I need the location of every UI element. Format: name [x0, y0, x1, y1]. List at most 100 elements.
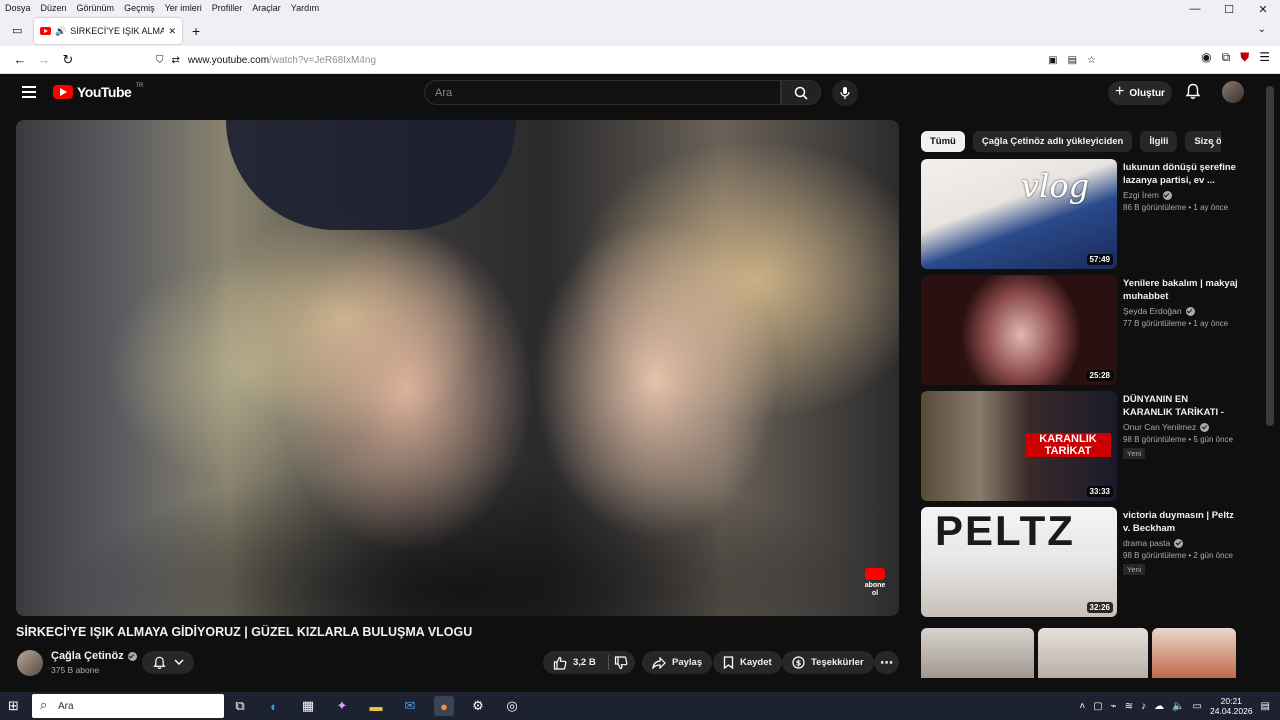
account-avatar[interactable]	[1222, 81, 1244, 103]
menu-history[interactable]: Geçmiş	[119, 3, 160, 13]
menu-help[interactable]: Yardım	[286, 3, 324, 13]
new-tab-icon[interactable]: +	[192, 23, 200, 39]
menu-profiles[interactable]: Profiller	[207, 3, 248, 13]
recommendation-title[interactable]: Yenilere bakalım | makyaj muhabbet	[1123, 277, 1239, 303]
file-explorer-icon[interactable]: ▬	[366, 696, 386, 716]
network-icon[interactable]: ⌁	[1111, 701, 1117, 712]
recommendation-channel[interactable]: Şeyda Erdoğan	[1123, 306, 1195, 316]
volume-icon[interactable]: 🔈	[1172, 701, 1184, 712]
menu-edit[interactable]: Düzen	[36, 3, 72, 13]
permissions-icon[interactable]: ⇄	[172, 55, 180, 66]
share-button[interactable]: Paylaş	[642, 651, 713, 674]
search-input[interactable]: Ara	[424, 80, 781, 105]
forward-icon[interactable]: →	[32, 52, 56, 67]
video-thumbnail[interactable]: 25:28	[921, 275, 1117, 385]
recommendation-channel[interactable]: Ezgi İrem	[1123, 190, 1172, 200]
save-button[interactable]: Kaydet	[713, 651, 782, 674]
video-title: SİRKECİ'YE IŞIK ALMAYA GİDİYORUZ | GÜZEL…	[16, 625, 473, 639]
thanks-button[interactable]: $ Teşekkürler	[782, 651, 874, 674]
subscription-notification-button[interactable]	[142, 651, 194, 674]
recommendation-title[interactable]: lukunun dönüşü şerefine lazanya partisi,…	[1123, 161, 1239, 187]
taskbar-apps: ⧉ ◐ ▦ ✦ ▬ ✉ ● ⚙ ◎	[230, 696, 522, 716]
recommendation-channel[interactable]: drama pasta	[1123, 538, 1184, 548]
settings-gear-icon[interactable]: ⚙	[468, 696, 488, 716]
channel-avatar[interactable]	[17, 650, 43, 676]
firefox-icon[interactable]: ●	[434, 696, 454, 716]
speaker-icon[interactable]: 🔊	[55, 26, 66, 37]
voice-search-button[interactable]	[832, 80, 858, 106]
picture-icon[interactable]: ▣	[1048, 55, 1057, 66]
recommendation-title[interactable]: victoria duymasın | Peltz v. Beckham	[1123, 509, 1239, 535]
video-duration: 57:49	[1086, 254, 1113, 265]
clock[interactable]: 20:21 24.04.2026	[1210, 696, 1253, 716]
recommendation-card[interactable]: KARANLIK TARİKAT 33:33 DÜNYANIN EN KARAN…	[921, 391, 1241, 503]
video-thumbnail[interactable]: KARANLIK TARİKAT 33:33	[921, 391, 1117, 501]
taskbar-search-input[interactable]: Ara	[32, 694, 224, 718]
recommendation-meta: 77 B görüntüleme • 1 ay önce	[1123, 319, 1229, 328]
recommendation-channel[interactable]: Onur Can Yenilmez	[1123, 422, 1210, 432]
search-button[interactable]	[781, 80, 821, 105]
store-icon[interactable]: ▦	[298, 696, 318, 716]
guide-menu-icon[interactable]	[22, 86, 36, 98]
chevron-down-icon	[173, 659, 184, 666]
youtube-logo[interactable]: YouTube TR	[53, 83, 143, 100]
notifications-center-icon[interactable]: ▤	[1261, 701, 1270, 712]
menu-view[interactable]: Görünüm	[72, 3, 120, 13]
tab-list-icon[interactable]: ▭	[12, 24, 22, 37]
chip-from-uploader[interactable]: Çağla Çetinöz adlı yükleyiciden	[972, 131, 1133, 152]
video-thumbnail[interactable]: vlog 57:49	[921, 159, 1117, 269]
shelf-thumbnail[interactable]	[1152, 628, 1236, 678]
chip-for-you[interactable]: Size özel	[1185, 131, 1221, 152]
windows-start-icon[interactable]: ⊞	[8, 698, 19, 714]
channel-name[interactable]: Çağla Çetinöz	[51, 650, 137, 662]
reload-icon[interactable]: ↻	[56, 52, 80, 68]
edge-icon[interactable]: ◐	[264, 696, 284, 716]
menu-file[interactable]: Dosya	[0, 3, 36, 13]
shield-icon[interactable]: ⛉	[156, 55, 164, 66]
list-all-tabs-icon[interactable]: ⌄	[1258, 24, 1266, 35]
more-actions-button[interactable]: ⋯	[874, 651, 899, 674]
wifi-off-icon[interactable]: ≋	[1125, 701, 1133, 712]
chevron-right-icon[interactable]: ›	[1210, 136, 1215, 152]
create-button[interactable]: + Oluştur	[1108, 81, 1172, 105]
recommendation-title[interactable]: DÜNYANIN EN KARANLIK TARİKATI - COLONIA …	[1123, 393, 1239, 420]
reader-view-icon[interactable]: ▤	[1068, 55, 1077, 66]
page-scrollbar[interactable]	[1262, 74, 1280, 688]
search-icon	[794, 86, 808, 100]
recommendation-card[interactable]: PELTZ 32:26 victoria duymasın | Peltz v.…	[921, 507, 1241, 619]
menu-bookmarks[interactable]: Yer imleri	[160, 3, 207, 13]
ublock-icon[interactable]: ⛊	[1240, 50, 1249, 65]
mic-tray-icon[interactable]: ♪	[1141, 701, 1146, 712]
app-menu-icon[interactable]: ☰	[1259, 50, 1270, 65]
shelf-thumbnail[interactable]	[921, 628, 1034, 678]
url-bar[interactable]: ⛉ ⇄ www.youtube.com/watch?v=JeR68IxM4ng …	[156, 49, 1096, 71]
extensions-icon[interactable]: ⧉	[1222, 50, 1231, 65]
chevron-up-icon[interactable]: ˄	[1079, 701, 1085, 712]
video-player[interactable]: abone ol	[16, 120, 899, 616]
task-view-icon[interactable]: ⧉	[230, 696, 250, 716]
tab-youtube[interactable]: 🔊 SİRKECİ'YE IŞIK ALMAYA Gİ ✕	[34, 18, 182, 44]
menu-tools[interactable]: Araçlar	[247, 3, 286, 13]
cloud-icon[interactable]: ☁	[1154, 701, 1164, 712]
shelf-thumbnail[interactable]	[1038, 628, 1148, 678]
recommendation-card[interactable]: 25:28 Yenilere bakalım | makyaj muhabbet…	[921, 275, 1241, 387]
scrollbar-thumb[interactable]	[1266, 86, 1274, 426]
notifications-button[interactable]	[1185, 83, 1201, 105]
svg-text:$: $	[796, 658, 802, 667]
chip-related[interactable]: İlgili	[1140, 131, 1178, 152]
back-icon[interactable]: ←	[8, 52, 32, 67]
obs-icon[interactable]: ◎	[502, 696, 522, 716]
tray-app-icon[interactable]: ▢	[1093, 701, 1102, 712]
copilot-icon[interactable]: ✦	[332, 696, 352, 716]
account-icon[interactable]: ◉	[1201, 50, 1211, 65]
mail-icon[interactable]: ✉	[400, 696, 420, 716]
bookmark-star-icon[interactable]: ☆	[1087, 55, 1096, 66]
subscribe-watermark[interactable]: abone ol	[861, 568, 889, 598]
dislike-button[interactable]	[606, 651, 636, 674]
recommendation-card[interactable]: vlog 57:49 lukunun dönüşü şerefine lazan…	[921, 159, 1241, 271]
close-tab-icon[interactable]: ✕	[168, 26, 176, 37]
thumbs-down-icon	[614, 655, 628, 669]
chip-all[interactable]: Tümü	[921, 131, 965, 152]
video-thumbnail[interactable]: PELTZ 32:26	[921, 507, 1117, 617]
keyboard-icon[interactable]: ▭	[1193, 701, 1202, 712]
